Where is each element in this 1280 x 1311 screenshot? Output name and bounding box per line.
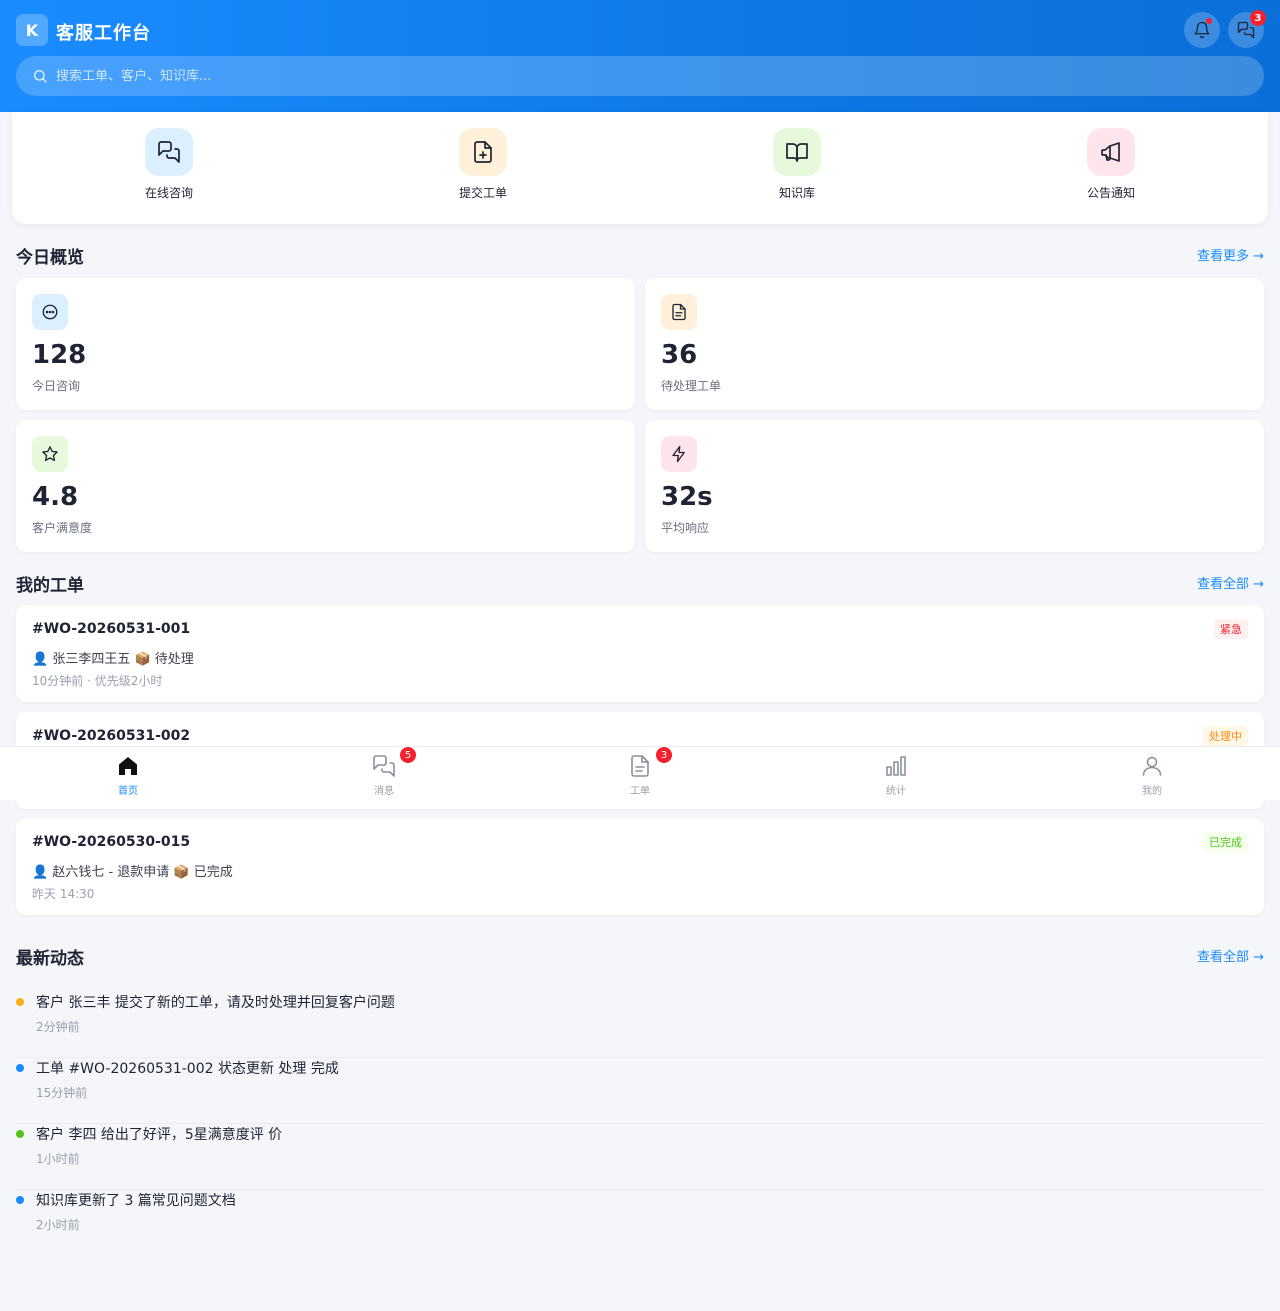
quick-action-icon-bg — [145, 128, 193, 176]
nav-item-profile[interactable]: 我的 — [1024, 747, 1280, 800]
activity-item[interactable]: 客户 李四 给出了好评，5星满意度评 价 1小时前 — [16, 1124, 1264, 1190]
tickets-section-title: 我的工单 — [16, 576, 84, 596]
quick-action-label: 公告通知 — [1086, 186, 1135, 200]
stat-value: 36 — [661, 340, 698, 370]
ticket-id: #WO-20260530-015 — [32, 834, 191, 850]
stat-icon-bg — [32, 436, 68, 472]
activity-section-title: 最新动态 — [16, 949, 84, 969]
activity-text: 客户 张三丰 提交了新的工单，请及时处理并回复客户问题 — [36, 995, 395, 1011]
activity-dot — [16, 1064, 24, 1072]
activity-time: 15分钟前 — [36, 1086, 88, 1100]
search-input[interactable] — [56, 68, 1236, 84]
activity-more-link[interactable]: 查看全部 → — [1197, 946, 1264, 965]
quick-action-icon-bg — [459, 128, 507, 176]
bar-chart-icon — [886, 756, 906, 776]
stat-label: 今日咨询 — [32, 379, 81, 393]
stats-more-link[interactable]: 查看更多 → — [1197, 245, 1264, 264]
file-plus-icon — [474, 141, 492, 163]
tickets-more-link[interactable]: 查看全部 → — [1197, 573, 1264, 592]
quick-action-label: 知识库 — [778, 186, 815, 200]
quick-action-announcements[interactable]: 公告通知 — [954, 112, 1268, 224]
stat-label: 客户满意度 — [32, 521, 93, 535]
search-icon — [34, 70, 47, 83]
nav-label: 我的 — [1142, 786, 1162, 797]
messages-button[interactable]: 3 — [1228, 10, 1266, 48]
stat-label: 平均响应 — [661, 521, 710, 535]
quick-action-label: 在线咨询 — [144, 186, 193, 200]
ticket-status-tag: 处理中 — [1203, 726, 1248, 746]
activity-item[interactable]: 工单 #WO-20260531-002 状态更新 处理 完成 15分钟前 — [16, 1058, 1264, 1124]
stat-card-satisfaction[interactable]: 4.8 客户满意度 — [16, 420, 635, 552]
quick-action-icon-bg — [773, 128, 821, 176]
stat-icon-bg — [661, 294, 697, 330]
quick-action-online-chat[interactable]: 在线咨询 — [12, 112, 326, 224]
activity-time: 2分钟前 — [36, 1020, 80, 1034]
file-text-icon — [672, 303, 686, 321]
activity-time: 1小时前 — [36, 1152, 80, 1166]
stat-value: 32s — [661, 482, 713, 512]
activity-text: 工单 #WO-20260531-002 状态更新 处理 完成 — [36, 1061, 339, 1077]
bottom-nav: 首页 5 消息 3 工单 统计 我的 — [0, 746, 1280, 800]
activity-item[interactable]: 知识库更新了 3 篇常见问题文档 2小时前 — [16, 1190, 1264, 1256]
app-logo: K — [16, 14, 48, 46]
stat-label: 待处理工单 — [661, 379, 722, 393]
nav-label: 首页 — [118, 786, 138, 797]
activity-item[interactable]: 客户 张三丰 提交了新的工单，请及时处理并回复客户问题 2分钟前 — [16, 992, 1264, 1058]
activity-time: 2小时前 — [36, 1218, 80, 1232]
ticket-description: 👤 赵六钱七 - 退款申请 📦 已完成 — [32, 865, 233, 880]
user-icon — [1142, 756, 1162, 776]
ticket-status-tag: 已完成 — [1203, 832, 1248, 852]
activity-dot — [16, 998, 24, 1006]
app-header: K 客服工作台 3 — [0, 0, 1280, 112]
quick-action-submit-ticket[interactable]: 提交工单 — [326, 112, 640, 224]
ticket-meta: 昨天 14:30 — [32, 887, 95, 901]
nav-label: 工单 — [630, 786, 650, 797]
notification-button[interactable] — [1184, 12, 1220, 48]
star-icon — [42, 446, 58, 462]
stat-card-pending-tickets[interactable]: 36 待处理工单 — [645, 278, 1264, 410]
chat-icon — [373, 755, 395, 777]
stat-card-consultations[interactable]: 128 今日咨询 — [16, 278, 635, 410]
ticket-id: #WO-20260531-001 — [32, 621, 191, 637]
quick-actions: 在线咨询 提交工单 知识库 公告通知 — [12, 112, 1268, 224]
activity-text: 客户 李四 给出了好评，5星满意度评 价 — [36, 1127, 283, 1143]
nav-badge: 3 — [656, 747, 672, 763]
ticket-description: 👤 张三李四王五 📦 待处理 — [32, 652, 194, 667]
notification-dot — [1206, 18, 1212, 24]
nav-item-tickets[interactable]: 3 工单 — [512, 747, 768, 800]
nav-badge: 5 — [400, 747, 416, 763]
stats-section-title: 今日概览 — [16, 248, 84, 268]
nav-item-home[interactable]: 首页 — [0, 747, 256, 800]
message-circle-icon — [42, 304, 58, 320]
messages-badge: 3 — [1250, 10, 1266, 26]
book-open-icon — [786, 143, 808, 162]
ticket-meta: 10分钟前 · 优先级2小时 — [32, 674, 163, 688]
home-icon — [119, 757, 137, 775]
ticket-card[interactable]: #WO-20260530-015 已完成 👤 赵六钱七 - 退款申请 📦 已完成… — [16, 818, 1264, 915]
megaphone-icon — [1101, 142, 1120, 162]
chat-bubbles-icon — [158, 141, 180, 163]
stat-card-response-time[interactable]: 32s 平均响应 — [645, 420, 1264, 552]
stat-value: 4.8 — [32, 482, 79, 512]
activity-text: 知识库更新了 3 篇常见问题文档 — [36, 1193, 236, 1209]
lightning-icon — [672, 445, 685, 463]
stat-icon-bg — [32, 294, 68, 330]
quick-action-knowledge-base[interactable]: 知识库 — [640, 112, 954, 224]
activity-dot — [16, 1130, 24, 1138]
nav-label: 统计 — [886, 786, 906, 797]
nav-item-messages[interactable]: 5 消息 — [256, 747, 512, 800]
quick-action-label: 提交工单 — [458, 186, 507, 200]
quick-action-icon-bg — [1087, 128, 1135, 176]
activity-dot — [16, 1196, 24, 1204]
nav-label: 消息 — [374, 786, 394, 797]
ticket-card[interactable]: #WO-20260531-001 紧急 👤 张三李四王五 📦 待处理 10分钟前… — [16, 605, 1264, 702]
nav-item-statistics[interactable]: 统计 — [768, 747, 1024, 800]
search-bar[interactable] — [16, 56, 1264, 96]
stat-icon-bg — [661, 436, 697, 472]
stat-value: 128 — [32, 340, 87, 370]
ticket-priority-tag: 紧急 — [1214, 619, 1248, 639]
ticket-id: #WO-20260531-002 — [32, 728, 191, 744]
app-title: 客服工作台 — [56, 23, 151, 44]
file-icon — [631, 755, 649, 777]
